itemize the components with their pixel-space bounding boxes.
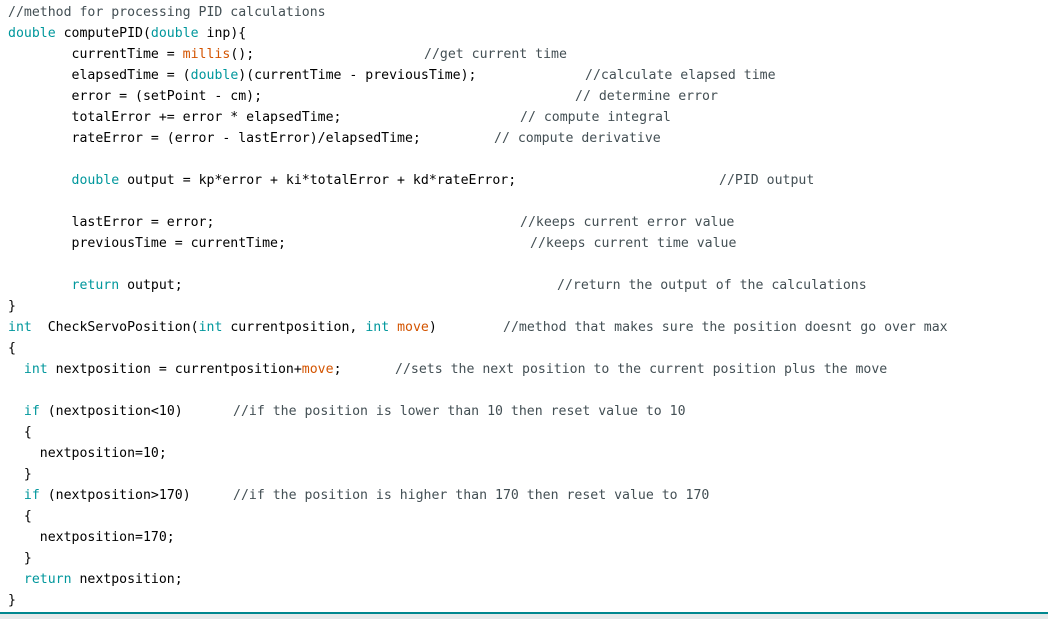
editor-status-bar: [0, 612, 1048, 619]
code-line: rateError = (error - lastError)/elapsedT…: [8, 128, 1038, 149]
code-token: error = (setPoint - cm);: [8, 89, 263, 104]
inline-comment: // compute derivative: [494, 131, 661, 146]
inline-comment: //return the output of the calculations: [557, 278, 867, 293]
inline-comment: //if the position is higher than 170 the…: [233, 488, 710, 503]
inline-comment: //calculate elapsed time: [585, 68, 776, 83]
function-token: millis: [182, 47, 231, 62]
keyword-token: int: [23, 362, 48, 377]
code-token: }: [8, 551, 32, 566]
keyword-token: int: [365, 320, 390, 335]
inline-comment: // compute integral: [520, 110, 671, 125]
code-line: //method for processing PID calculations: [8, 2, 1038, 23]
keyword-token: double: [8, 26, 56, 41]
code-token: previousTime = currentTime;: [8, 236, 286, 251]
keyword-token: double: [190, 68, 239, 83]
code-token: {: [8, 509, 32, 524]
code-line: int nextposition = currentposition+move;…: [8, 359, 1038, 380]
inline-comment: //keeps current time value: [530, 236, 737, 251]
code-token: {: [8, 341, 16, 356]
code-token: nextposition = currentposition+: [47, 362, 302, 377]
keyword-token: return: [23, 572, 72, 587]
code-token: ;: [333, 362, 342, 377]
code-token: totalError += error * elapsedTime;: [8, 110, 342, 125]
code-line: double computePID(double inp){: [8, 23, 1038, 44]
code-token: rateError = (error - lastError)/elapsedT…: [8, 131, 421, 146]
code-line: }: [8, 590, 1038, 611]
code-token: ();: [230, 47, 255, 62]
code-token: (nextposition>170): [39, 488, 191, 503]
code-token: computePID(: [55, 26, 151, 41]
inline-comment: //method that makes sure the position do…: [503, 320, 948, 335]
keyword-token: if: [23, 404, 40, 419]
keyword-token: if: [23, 488, 40, 503]
code-token: output = kp*error + ki*totalError + kd*r…: [119, 173, 517, 188]
inline-comment: //sets the next position to the current …: [395, 362, 888, 377]
code-editor[interactable]: //method for processing PID calculations…: [0, 0, 1048, 612]
code-line: }: [8, 296, 1038, 317]
comment-token: //method for processing PID calculations: [8, 5, 326, 20]
code-line: previousTime = currentTime; //keeps curre…: [8, 233, 1038, 254]
code-line: }: [8, 464, 1038, 485]
code-token: output;: [119, 278, 183, 293]
code-line: error = (setPoint - cm); // determine err…: [8, 86, 1038, 107]
code-token: currentTime =: [8, 47, 183, 62]
code-line: {: [8, 506, 1038, 527]
code-line: currentTime = millis(); //get current tim…: [8, 44, 1038, 65]
code-token: elapsedTime = (: [8, 68, 191, 83]
code-token: {: [8, 425, 32, 440]
code-line: if (nextposition>170) //if the position i…: [8, 485, 1038, 506]
inline-comment: //PID output: [719, 173, 815, 188]
function-token: move: [301, 362, 334, 377]
code-line: lastError = error; //keeps current error …: [8, 212, 1038, 233]
function-token: move: [397, 320, 429, 335]
code-line: return nextposition;: [8, 569, 1038, 590]
code-token: CheckServoPosition(: [31, 320, 199, 335]
code-token: ): [428, 320, 437, 335]
code-token: (nextposition<10): [39, 404, 183, 419]
code-token: lastError = error;: [8, 215, 215, 230]
code-token: nextposition;: [71, 572, 183, 587]
code-line: elapsedTime = (double)(currentTime - pre…: [8, 65, 1038, 86]
keyword-token: double: [71, 173, 120, 188]
code-token: }: [8, 593, 16, 608]
code-token: inp){: [198, 26, 247, 41]
inline-comment: //if the position is lower than 10 then …: [233, 404, 686, 419]
keyword-token: int: [8, 320, 32, 335]
code-token: nextposition=170;: [8, 530, 175, 545]
code-token: )(currentTime - previousTime);: [238, 68, 477, 83]
code-line: double output = kp*error + ki*totalError…: [8, 170, 1038, 191]
code-line: return output; //return the output of the…: [8, 275, 1038, 296]
code-line: int CheckServoPosition(int currentpositi…: [8, 317, 1038, 338]
code-line: {: [8, 338, 1038, 359]
code-line: {: [8, 422, 1038, 443]
code-token: currentposition,: [222, 320, 366, 335]
code-token: }: [8, 299, 16, 314]
code-line: nextposition=10;: [8, 443, 1038, 464]
code-line: if (nextposition<10) //if the position is…: [8, 401, 1038, 422]
inline-comment: //get current time: [424, 47, 567, 62]
code-line: totalError += error * elapsedTime; // com…: [8, 107, 1038, 128]
code-token: nextposition=10;: [8, 446, 167, 461]
code-token: }: [8, 467, 32, 482]
code-line: nextposition=170;: [8, 527, 1038, 548]
inline-comment: // determine error: [575, 89, 718, 104]
code-line: }: [8, 548, 1038, 569]
keyword-token: double: [150, 26, 199, 41]
keyword-token: return: [71, 278, 120, 293]
inline-comment: //keeps current error value: [520, 215, 735, 230]
keyword-token: int: [198, 320, 223, 335]
